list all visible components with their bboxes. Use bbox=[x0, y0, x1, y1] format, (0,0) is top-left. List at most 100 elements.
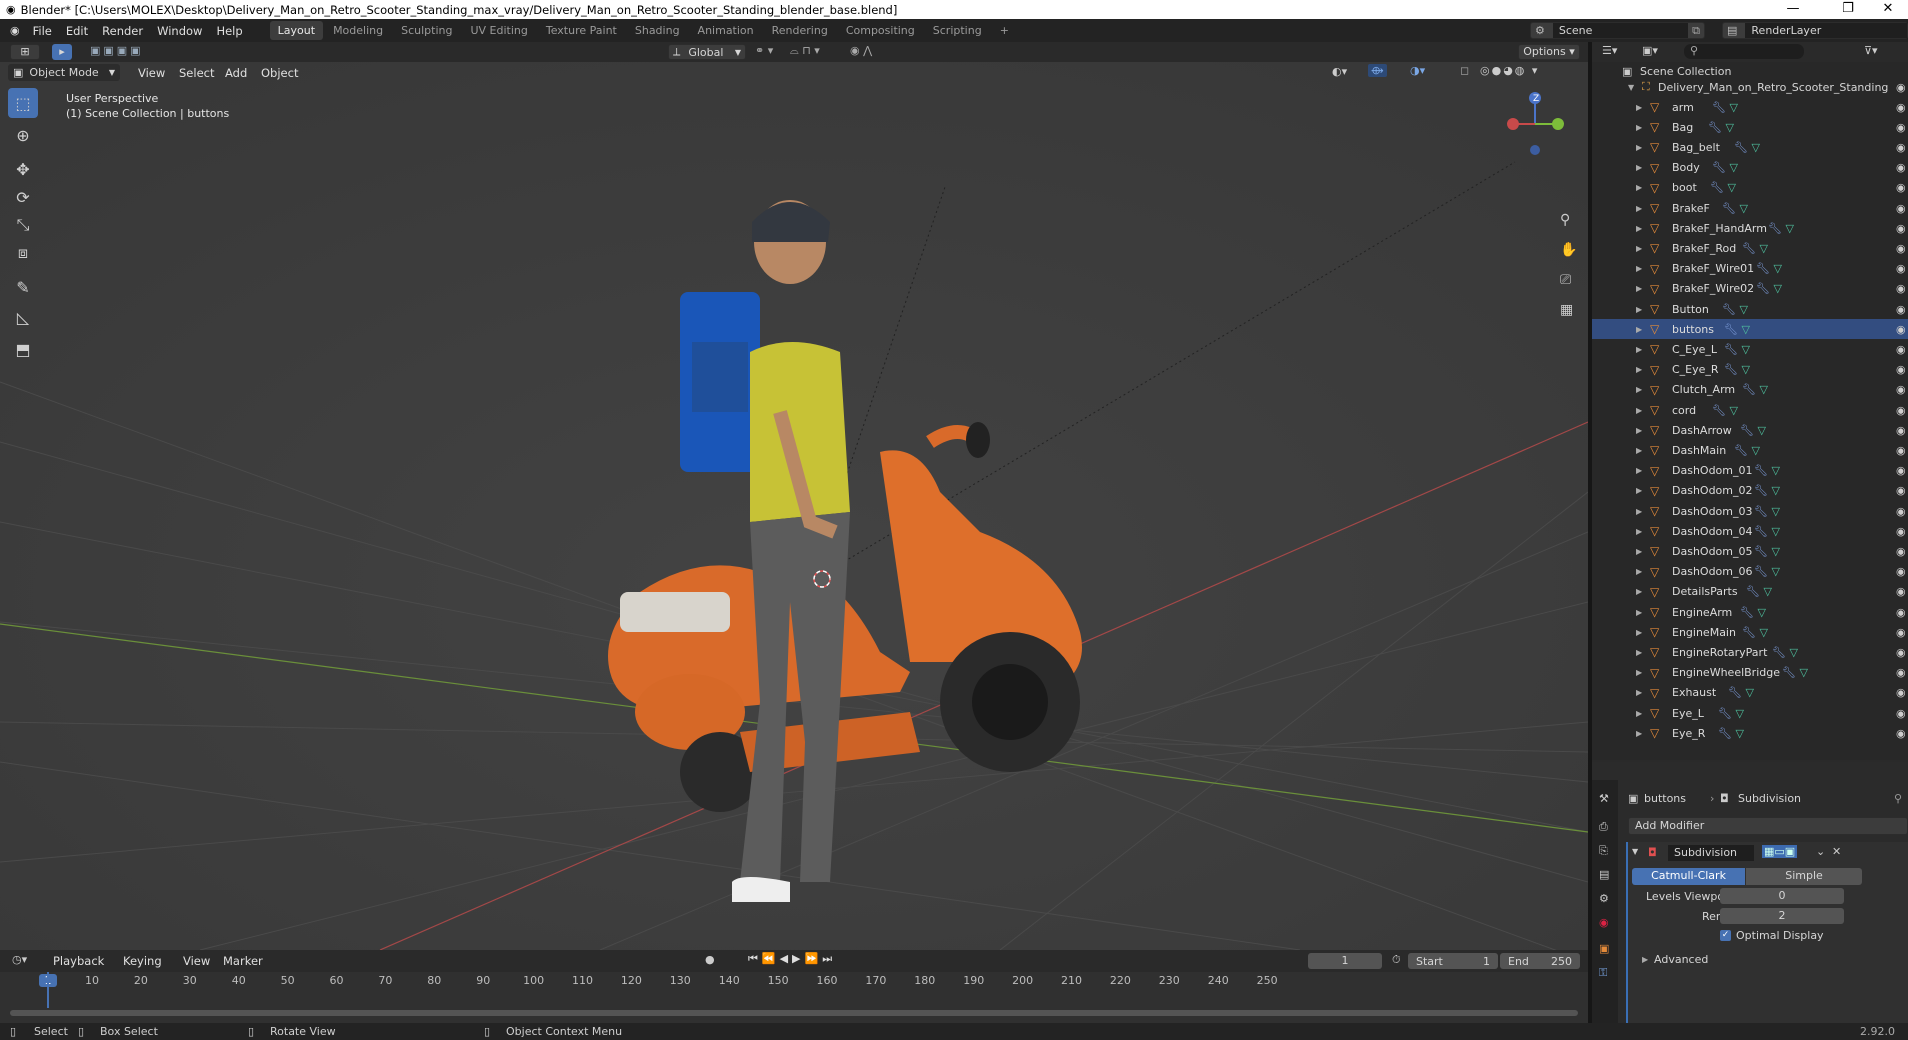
mesh-data-icon[interactable]: ▽ bbox=[1729, 101, 1737, 114]
menu-window[interactable]: Window bbox=[150, 24, 209, 38]
expand-icon[interactable]: ▶ bbox=[1642, 955, 1648, 964]
menu-render[interactable]: Render bbox=[95, 24, 150, 38]
modifier-and-mesh-icons[interactable]: 🔧︎ ▽ bbox=[1724, 323, 1750, 336]
tab-uv-editing[interactable]: UV Editing bbox=[462, 21, 535, 40]
wrench-icon[interactable]: 🔧︎ bbox=[1772, 646, 1786, 659]
tab-layout[interactable]: Layout bbox=[269, 21, 324, 40]
rotate-tool[interactable]: ⟳ bbox=[8, 182, 38, 212]
modifier-and-mesh-icons[interactable]: 🔧︎ ▽ bbox=[1722, 202, 1748, 215]
mesh-data-icon[interactable]: ▽ bbox=[1771, 525, 1779, 538]
modifier-and-mesh-icons[interactable]: 🔧︎ ▽ bbox=[1746, 585, 1772, 598]
wrench-icon[interactable]: 🔧︎ bbox=[1718, 707, 1732, 720]
mesh-data-icon[interactable]: ▽ bbox=[1729, 161, 1737, 174]
outliner-item-dashodom_05[interactable]: ▶ ▽ DashOdom_05 🔧︎ ▽ ◉ bbox=[1592, 541, 1908, 561]
timeline-scrollbar[interactable] bbox=[10, 1010, 1578, 1016]
menu-help[interactable]: Help bbox=[209, 24, 249, 38]
eye-icon[interactable]: ◉ bbox=[1896, 464, 1906, 477]
timeline-menu-playback[interactable]: Playback bbox=[46, 954, 111, 968]
modifier-and-mesh-icons[interactable]: 🔧︎ ▽ bbox=[1756, 262, 1782, 275]
mesh-data-icon[interactable]: ▽ bbox=[1773, 262, 1781, 275]
edit-mode-toggle-icon[interactable]: ▦▭▣ bbox=[1762, 845, 1798, 858]
eye-icon[interactable]: ◉ bbox=[1896, 282, 1906, 295]
wrench-icon[interactable]: 🔧︎ bbox=[1722, 202, 1736, 215]
scene-tab-icon[interactable]: ⚙ bbox=[1599, 892, 1609, 905]
expand-icon[interactable]: ▶ bbox=[1636, 123, 1642, 132]
view-layer-selector[interactable]: ▤ RenderLayer bbox=[1722, 22, 1908, 39]
modifier-and-mesh-icons[interactable]: 🔧︎ ▽ bbox=[1734, 141, 1760, 154]
eye-icon[interactable]: ◉ bbox=[1896, 666, 1906, 679]
wrench-icon[interactable]: 🔧︎ bbox=[1754, 525, 1768, 538]
mesh-data-icon[interactable]: ▽ bbox=[1751, 444, 1759, 457]
editor-type-icon[interactable]: ⊞ bbox=[10, 44, 40, 60]
world-tab-icon[interactable]: ◉ bbox=[1599, 916, 1609, 929]
viewport-menu-add[interactable]: Add bbox=[218, 66, 254, 80]
outliner-item-cord[interactable]: ▶ ▽ cord 🔧︎ ▽ ◉ bbox=[1592, 400, 1908, 420]
mesh-data-icon[interactable]: ▽ bbox=[1739, 202, 1747, 215]
eye-icon[interactable]: ◉ bbox=[1896, 81, 1906, 94]
outliner-item-dashodom_04[interactable]: ▶ ▽ DashOdom_04 🔧︎ ▽ ◉ bbox=[1592, 521, 1908, 541]
expand-icon[interactable]: ▶ bbox=[1636, 183, 1642, 192]
wrench-icon[interactable]: 🔧︎ bbox=[1724, 323, 1738, 336]
wrench-icon[interactable]: 🔧︎ bbox=[1724, 363, 1738, 376]
modifier-and-mesh-icons[interactable]: 🔧︎ ▽ bbox=[1722, 303, 1748, 316]
outliner-item-exhaust[interactable]: ▶ ▽ Exhaust 🔧︎ ▽ ◉ bbox=[1592, 683, 1908, 703]
zoom-icon[interactable]: ⚲ bbox=[1560, 212, 1570, 228]
outliner-item-boot[interactable]: ▶ ▽ boot 🔧︎ ▽ ◉ bbox=[1592, 178, 1908, 198]
outliner-item-eye_r[interactable]: ▶ ▽ Eye_R 🔧︎ ▽ ◉ bbox=[1592, 723, 1908, 743]
eye-icon[interactable]: ◉ bbox=[1896, 202, 1906, 215]
modifier-and-mesh-icons[interactable]: 🔧︎ ▽ bbox=[1756, 282, 1782, 295]
outliner-item-c_eye_r[interactable]: ▶ ▽ C_Eye_R 🔧︎ ▽ ◉ bbox=[1592, 360, 1908, 380]
eye-icon[interactable]: ◉ bbox=[1896, 626, 1906, 639]
outliner-item-body[interactable]: ▶ ▽ Body 🔧︎ ▽ ◉ bbox=[1592, 158, 1908, 178]
display-mode-icon[interactable]: ▣▾ bbox=[1642, 44, 1658, 57]
modifier-and-mesh-icons[interactable]: 🔧︎ ▽ bbox=[1772, 646, 1798, 659]
mesh-data-icon[interactable]: ▽ bbox=[1741, 323, 1749, 336]
render-tab-icon[interactable]: ⎙ bbox=[1599, 820, 1608, 834]
mesh-data-icon[interactable]: ▽ bbox=[1763, 585, 1771, 598]
mesh-data-icon[interactable]: ▽ bbox=[1735, 707, 1743, 720]
expand-icon[interactable]: ▶ bbox=[1636, 709, 1642, 718]
eye-icon[interactable]: ◉ bbox=[1896, 707, 1906, 720]
modifier-and-mesh-icons[interactable]: 🔧︎ ▽ bbox=[1712, 101, 1738, 114]
mesh-data-icon[interactable]: ▽ bbox=[1789, 646, 1797, 659]
expand-icon[interactable]: ▶ bbox=[1636, 466, 1642, 475]
select-mode-icon[interactable]: ▸ bbox=[52, 44, 72, 60]
expand-icon[interactable]: ▶ bbox=[1636, 587, 1642, 596]
outliner-item-clutch_arm[interactable]: ▶ ▽ Clutch_Arm 🔧︎ ▽ ◉ bbox=[1592, 380, 1908, 400]
scene-name[interactable]: Scene bbox=[1552, 23, 1689, 38]
timeline-menu-keying[interactable]: Keying bbox=[116, 954, 169, 968]
snap-icon[interactable]: ⌓ ⊓ ▾ bbox=[790, 44, 820, 58]
gizmo-toggle-icon[interactable]: ⟴ bbox=[1368, 64, 1387, 77]
scale-tool[interactable]: ⤡ bbox=[8, 210, 38, 240]
eye-icon[interactable]: ◉ bbox=[1896, 101, 1906, 114]
outliner-item-enginewheelbridge[interactable]: ▶ ▽ EngineWheelBridge 🔧︎ ▽ ◉ bbox=[1592, 663, 1908, 683]
start-frame-field[interactable]: Start 1 bbox=[1408, 953, 1498, 969]
mesh-data-icon[interactable]: ▽ bbox=[1739, 303, 1747, 316]
wrench-icon[interactable]: 🔧︎ bbox=[1724, 343, 1738, 356]
playhead-line[interactable] bbox=[47, 972, 49, 1008]
end-frame-field[interactable]: End 250 bbox=[1500, 953, 1580, 969]
outliner-item-button[interactable]: ▶ ▽ Button 🔧︎ ▽ ◉ bbox=[1592, 299, 1908, 319]
ortho-grid-icon[interactable]: ▦ bbox=[1560, 302, 1573, 318]
tab-compositing[interactable]: Compositing bbox=[838, 21, 923, 40]
menu-edit[interactable]: Edit bbox=[59, 24, 95, 38]
modifier-and-mesh-icons[interactable]: 🔧︎ ▽ bbox=[1754, 505, 1780, 518]
wrench-icon[interactable]: 🔧︎ bbox=[1754, 464, 1768, 477]
eye-icon[interactable]: ◉ bbox=[1896, 141, 1906, 154]
expand-icon[interactable]: ▶ bbox=[1636, 244, 1642, 253]
wrench-icon[interactable]: 🔧︎ bbox=[1754, 505, 1768, 518]
outliner-item-enginemain[interactable]: ▶ ▽ EngineMain 🔧︎ ▽ ◉ bbox=[1592, 622, 1908, 642]
expand-icon[interactable]: ▶ bbox=[1636, 486, 1642, 495]
expand-icon[interactable]: ▶ bbox=[1636, 547, 1642, 556]
eye-icon[interactable]: ◉ bbox=[1896, 686, 1906, 699]
expand-icon[interactable]: ▶ bbox=[1636, 668, 1642, 677]
eye-icon[interactable]: ◉ bbox=[1896, 525, 1906, 538]
eye-icon[interactable]: ◉ bbox=[1896, 727, 1906, 740]
outliner-item-c_eye_l[interactable]: ▶ ▽ C_Eye_L 🔧︎ ▽ ◉ bbox=[1592, 339, 1908, 359]
eye-icon[interactable]: ◉ bbox=[1896, 343, 1906, 356]
advanced-section[interactable]: Advanced bbox=[1654, 953, 1708, 966]
eye-icon[interactable]: ◉ bbox=[1896, 161, 1906, 174]
modifier-and-mesh-icons[interactable]: 🔧︎ ▽ bbox=[1742, 626, 1768, 639]
mesh-data-icon[interactable]: ▽ bbox=[1729, 404, 1737, 417]
expand-icon[interactable]: ▶ bbox=[1636, 204, 1642, 213]
